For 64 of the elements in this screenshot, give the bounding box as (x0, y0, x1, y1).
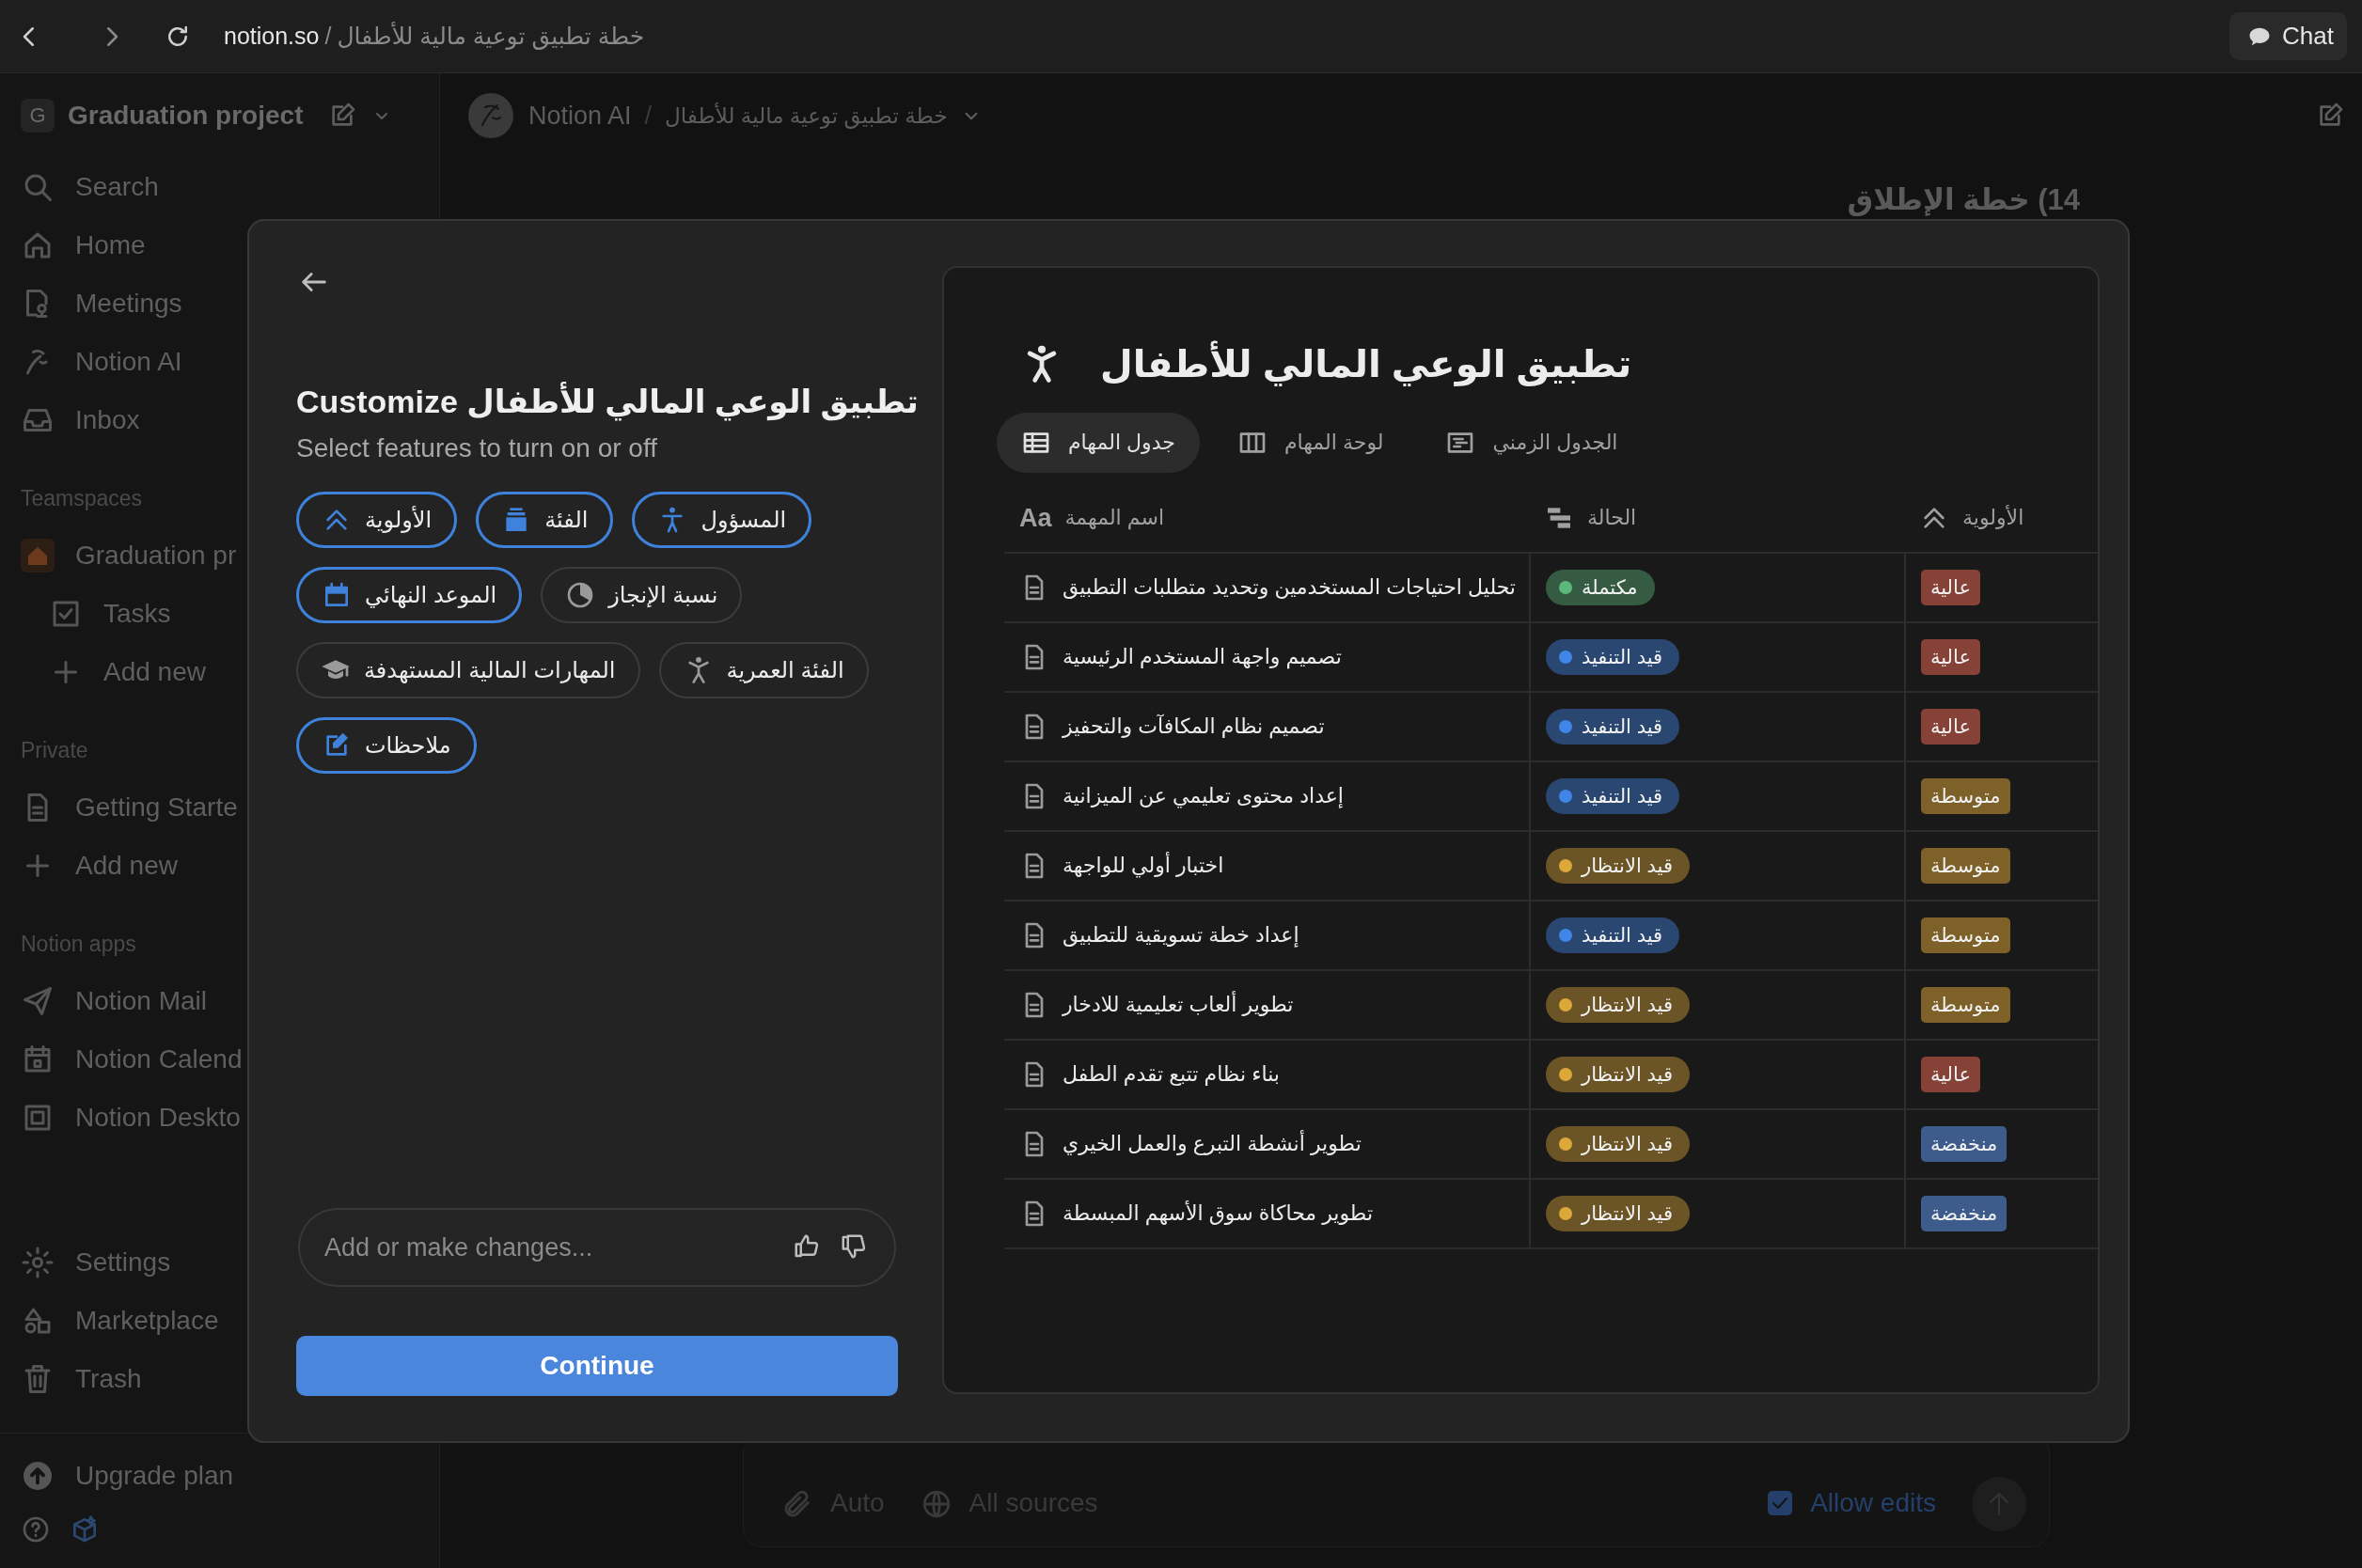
ai-avatar-icon (468, 93, 513, 138)
dialog-title: Customize تطبيق الوعي المالي للأطفال (296, 383, 920, 420)
feature-toggle-chip[interactable]: الفئة (476, 492, 614, 548)
url-path: خطة تطبيق توعية مالية للأطفال (337, 23, 645, 50)
dialog-subtitle: Select features to turn on or off (296, 433, 658, 463)
text-type-glyph: Aa (1019, 503, 1052, 533)
task-name[interactable]: تطوير ألعاب تعليمية للادخار (1063, 993, 1294, 1017)
priority-tag: عالية (1921, 709, 1980, 745)
task-name[interactable]: اختبار أولي للواجهة (1063, 854, 1224, 878)
priority-tag: متوسطة (1921, 987, 2010, 1023)
feature-toggle-chip[interactable]: المهارات المالية المستهدفة (296, 642, 640, 698)
changes-input-field[interactable]: Add or make changes... (298, 1208, 896, 1287)
task-name[interactable]: تصميم نظام المكافآت والتحفيز (1063, 714, 1325, 739)
status-text: قيد التنفيذ (1582, 715, 1663, 738)
view-tab[interactable]: جدول المهام (997, 413, 1200, 473)
feature-toggle-chip[interactable]: نسبة الإنجاز (541, 567, 743, 623)
thumbs-down-icon[interactable] (840, 1232, 868, 1261)
status-text: قيد التنفيذ (1582, 646, 1663, 668)
status-text: قيد الانتظار (1582, 994, 1673, 1016)
status-text: قيد الانتظار (1582, 1063, 1673, 1086)
task-name[interactable]: بناء نظام تتبع تقدم الطفل (1063, 1062, 1280, 1087)
view-tab[interactable]: لوحة المهام (1212, 413, 1409, 473)
priority-tag: عالية (1921, 570, 1980, 605)
settings-icon (21, 1246, 55, 1279)
task-name[interactable]: تحليل احتياجات المستخدمين وتحديد متطلبات التطبيق (1063, 575, 1516, 600)
allow-edits-checkbox[interactable] (1767, 1490, 1794, 1516)
database-title: تطبيق الوعي المالي للأطفال (1100, 342, 1632, 385)
task-name[interactable]: تصميم واجهة المستخدم الرئيسية (1063, 645, 1342, 669)
chat-button[interactable]: Chat (2229, 12, 2347, 60)
breadcrumb-separator: / (644, 101, 653, 131)
page-heading: 14) خطة الإطلاق (1847, 182, 2080, 217)
column-header[interactable]: الأولوية (1962, 506, 2024, 530)
help-icon[interactable] (21, 1514, 51, 1544)
paper-plane-icon (21, 984, 55, 1018)
priority-tag: متوسطة (1921, 778, 2010, 814)
task-name[interactable]: تطوير محاكاة سوق الأسهم المبسطة (1063, 1201, 1374, 1226)
feature-toggle-chip[interactable]: الفئة العمرية (658, 642, 869, 698)
priority-tag: عالية (1921, 639, 1980, 675)
status-text: قيد الانتظار (1582, 1202, 1673, 1225)
feature-toggle-chip[interactable]: الأولوية (296, 492, 458, 548)
priority-tag: منخفضة (1921, 1126, 2008, 1162)
priority-tag: منخفضة (1921, 1196, 2008, 1231)
view-tab[interactable]: الجدول الزمني (1421, 413, 1643, 473)
status-text: قيد الانتظار (1582, 855, 1673, 877)
task-name[interactable]: إعداد خطة تسويقية للتطبيق (1063, 923, 1299, 948)
workspace-name[interactable]: Graduation project (68, 101, 304, 131)
feature-toggle-chip[interactable]: ملاحظات (296, 717, 477, 774)
status-text: مكتملة (1582, 576, 1638, 599)
priority-tag: عالية (1921, 1057, 1980, 1092)
feature-toggle-chip[interactable]: المسؤول (632, 492, 812, 548)
column-header[interactable]: اسم المهمة (1064, 506, 1164, 530)
task-name[interactable]: إعداد محتوى تعليمي عن الميزانية (1063, 784, 1344, 808)
status-text: قيد التنفيذ (1582, 785, 1663, 808)
continue-button[interactable]: Continue (296, 1336, 898, 1396)
status-text: قيد التنفيذ (1582, 924, 1663, 947)
url-host: notion.so (224, 23, 320, 50)
priority-tag: متوسطة (1921, 848, 2010, 884)
column-header[interactable]: الحالة (1587, 506, 1637, 530)
task-name[interactable]: تطوير أنشطة التبرع والعمل الخيري (1063, 1132, 1362, 1156)
status-text: قيد الانتظار (1582, 1133, 1673, 1155)
priority-tag: متوسطة (1921, 917, 2010, 953)
url-separator: / (324, 23, 332, 50)
feature-toggle-chip[interactable]: الموعد النهائي (296, 567, 523, 623)
house-icon (21, 539, 55, 572)
